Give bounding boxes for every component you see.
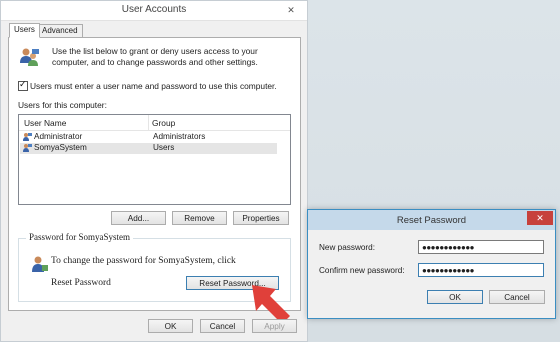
tab-advanced[interactable]: Advanced (37, 24, 83, 38)
cancel-button[interactable]: Cancel (200, 319, 245, 333)
dialog-ok-button[interactable]: OK (427, 290, 483, 304)
title-bar: User Accounts ✕ (1, 1, 307, 21)
user-password-icon (32, 256, 48, 272)
remove-user-button[interactable]: Remove (172, 211, 227, 225)
intro-text: Use the list below to grant or deny user… (52, 46, 258, 67)
group-cell: Administrators (153, 132, 206, 141)
new-password-field[interactable]: ●●●●●●●●●●●● (418, 240, 544, 254)
users-icon (20, 48, 39, 66)
dialog-title: Reset Password (396, 215, 467, 226)
group-cell: Users (153, 143, 175, 152)
user-name-cell: Administrator (34, 132, 83, 141)
apply-button[interactable]: Apply (252, 319, 297, 333)
change-password-text: To change the password for SomyaSystem, … (51, 256, 236, 266)
reset-password-text: Reset Password (51, 278, 111, 288)
reset-password-dialog: Reset Password ✕ New password: ●●●●●●●●●… (307, 209, 556, 319)
new-password-label: New password: (319, 243, 375, 252)
window-title: User Accounts (121, 4, 187, 15)
user-icon (23, 144, 32, 152)
column-divider[interactable] (148, 115, 149, 130)
dialog-title-bar: Reset Password ✕ (308, 210, 555, 230)
table-row-selected[interactable]: SomyaSystem Users (20, 143, 277, 154)
table-row[interactable]: Administrator Administrators (20, 132, 277, 143)
require-password-label: Users must enter a user name and passwor… (30, 81, 277, 91)
add-user-button[interactable]: Add... (111, 211, 166, 225)
confirm-password-label: Confirm new password: (319, 266, 405, 275)
ok-button[interactable]: OK (148, 319, 193, 333)
user-name-cell: SomyaSystem (34, 143, 87, 152)
list-header: User Name Group (19, 115, 290, 131)
users-list[interactable]: User Name Group Administrator Administra… (18, 114, 291, 205)
password-group-title: Password for SomyaSystem (26, 232, 133, 242)
require-password-checkbox[interactable] (18, 79, 28, 91)
tab-users[interactable]: Users (9, 23, 40, 38)
column-header-group[interactable]: Group (152, 118, 175, 128)
dialog-close-button[interactable]: ✕ (527, 211, 553, 225)
close-button[interactable]: ✕ (282, 4, 300, 16)
column-header-user-name[interactable]: User Name (24, 118, 66, 128)
properties-button[interactable]: Properties (233, 211, 289, 225)
confirm-password-field[interactable]: ●●●●●●●●●●●● (418, 263, 544, 277)
dialog-cancel-button[interactable]: Cancel (489, 290, 545, 304)
user-icon (23, 133, 32, 141)
users-list-label: Users for this computer: (18, 100, 107, 110)
